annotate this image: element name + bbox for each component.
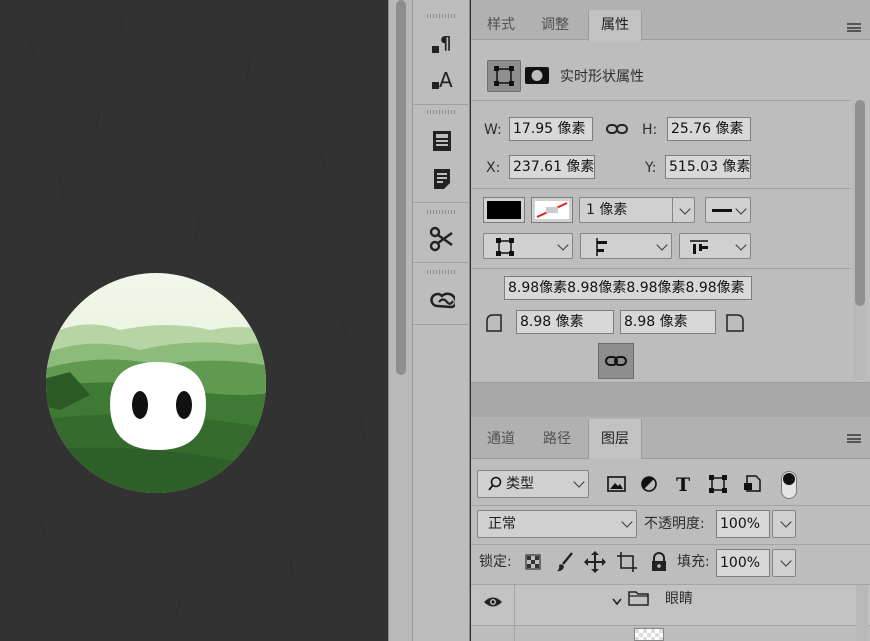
lock-artboard-icon[interactable] — [616, 551, 638, 573]
mask-properties-icon[interactable] — [524, 64, 550, 86]
path-ops-icon — [496, 238, 514, 256]
stroke-width-select[interactable]: 1 像素 — [579, 197, 695, 223]
blend-mode-select[interactable]: 正常 — [477, 510, 637, 538]
x-label: X: — [486, 160, 501, 176]
stroke-color-swatch[interactable] — [531, 197, 573, 223]
layer-group-name: 眼睛 — [665, 591, 693, 607]
layers-tabbar: 通道 路径 图层 — [471, 417, 870, 459]
dock-grip[interactable] — [427, 110, 455, 114]
layer-thumbnail — [634, 628, 664, 641]
creative-cloud-icon[interactable] — [429, 286, 455, 312]
x-position-field[interactable]: 237.61 像素 — [509, 155, 595, 179]
lock-transparent-pixels-icon[interactable] — [525, 554, 541, 570]
corner-radius-left-field[interactable]: 8.98 像素 — [516, 310, 614, 334]
folder-icon — [628, 588, 650, 608]
top-left-corner-icon — [485, 313, 503, 333]
dock-grip[interactable] — [427, 14, 455, 18]
visibility-toggle[interactable] — [471, 626, 515, 641]
lock-position-icon[interactable] — [583, 550, 607, 574]
y-position-field[interactable]: 515.03 像素 — [665, 155, 751, 179]
tab-adjustments[interactable]: 调整 — [537, 11, 573, 40]
scrollbar-thumb[interactable] — [396, 0, 406, 375]
image-filter-icon[interactable] — [606, 474, 628, 494]
panel-menu-icon[interactable] — [847, 23, 861, 32]
type-filter-icon[interactable]: T — [673, 474, 695, 496]
corner-radius-right-field[interactable]: 8.98 像素 — [620, 310, 716, 334]
stroke-width-value: 1 像素 — [586, 202, 628, 218]
opacity-field[interactable]: 100% — [716, 510, 770, 538]
tab-styles[interactable]: 样式 — [483, 11, 519, 40]
section-title: 实时形状属性 — [560, 69, 644, 85]
visibility-toggle[interactable] — [471, 585, 515, 625]
paragraph-icon[interactable]: ¶ — [429, 32, 455, 58]
eye-icon — [484, 597, 502, 607]
layers-scrollbar[interactable] — [856, 585, 868, 641]
notes-icon[interactable] — [429, 166, 455, 192]
layer-filter-select[interactable]: 类型 — [477, 470, 589, 498]
fill-field[interactable]: 100% — [716, 549, 770, 577]
shape-transform-icon — [494, 66, 514, 86]
tool-presets-icon[interactable] — [429, 226, 455, 252]
no-stroke-icon — [535, 201, 569, 219]
fill-color-swatch[interactable] — [483, 197, 525, 223]
layer-row[interactable] — [471, 626, 870, 641]
document-canvas[interactable] — [0, 0, 388, 641]
opacity-label: 不透明度: — [644, 516, 705, 532]
fill-label: 填充: — [677, 554, 710, 570]
lock-label: 锁定: — [479, 554, 512, 570]
layers-panel: 通道 路径 图层 类型 T 正常 不透明度: 100% 锁定: 填充: 100%… — [471, 417, 870, 641]
height-field[interactable]: 25.76 像素 — [667, 117, 751, 141]
link-corner-radius-button[interactable] — [598, 343, 634, 379]
chevron-down-icon[interactable] — [611, 593, 623, 606]
libraries-icon[interactable] — [429, 128, 455, 154]
svg-text:¶: ¶ — [440, 33, 451, 54]
filter-type-label: 类型 — [506, 476, 534, 492]
shape-properties-button[interactable] — [487, 60, 521, 92]
dock-grip[interactable] — [427, 210, 455, 214]
w-label: W: — [484, 122, 502, 138]
arrange-icon — [690, 240, 708, 254]
y-label: Y: — [645, 160, 657, 176]
svg-text:T: T — [676, 474, 690, 494]
canvas-artwork — [29, 19, 367, 619]
lock-image-pixels-icon[interactable] — [555, 551, 575, 573]
dock-grip[interactable] — [427, 270, 455, 274]
stroke-type-select[interactable] — [705, 197, 751, 223]
corner-radius-combined-field[interactable]: 8.98像素8.98像素8.98像素8.98像素 — [504, 276, 752, 300]
panel-dock-column: ¶ A — [412, 0, 470, 641]
properties-panel: 样式 调整 属性 实时形状属性 W: 17.95 像素 H: 25.76 像素 … — [471, 0, 870, 412]
layer-row-group[interactable]: 眼睛 — [471, 585, 870, 625]
landscape-circle-icon — [46, 273, 266, 493]
top-right-corner-icon — [725, 313, 745, 333]
align-left-edges-icon — [596, 238, 607, 256]
tab-channels[interactable]: 通道 — [483, 425, 519, 454]
canvas-vertical-scrollbar[interactable] — [388, 0, 412, 641]
panel-divider[interactable] — [471, 383, 870, 417]
path-alignment-select[interactable] — [580, 233, 672, 259]
tab-properties[interactable]: 属性 — [588, 10, 642, 41]
link-dimensions-icon[interactable] — [605, 119, 629, 139]
path-arrangement-select[interactable] — [679, 233, 751, 259]
blend-mode-value: 正常 — [488, 516, 516, 532]
tab-layers[interactable]: 图层 — [588, 419, 642, 459]
width-field[interactable]: 17.95 像素 — [509, 117, 593, 141]
scrollbar-thumb[interactable] — [855, 100, 865, 306]
lock-all-icon[interactable] — [650, 551, 668, 573]
properties-tabbar: 样式 调整 属性 — [471, 0, 870, 41]
adjustment-filter-icon[interactable] — [639, 474, 661, 494]
h-label: H: — [642, 122, 658, 138]
svg-text:A: A — [439, 68, 453, 92]
shape-filter-icon[interactable] — [707, 474, 729, 494]
link-icon — [605, 356, 627, 366]
smart-object-filter-icon[interactable] — [741, 474, 763, 494]
properties-scrollbar[interactable] — [853, 100, 865, 380]
search-icon — [488, 476, 502, 491]
path-operations-select[interactable] — [483, 233, 573, 259]
opacity-dropdown[interactable] — [772, 510, 796, 538]
fill-dropdown[interactable] — [772, 549, 796, 577]
tab-paths[interactable]: 路径 — [539, 425, 575, 454]
panel-menu-icon[interactable] — [847, 434, 861, 443]
filter-toggle[interactable] — [781, 471, 797, 499]
character-icon[interactable]: A — [429, 68, 455, 94]
